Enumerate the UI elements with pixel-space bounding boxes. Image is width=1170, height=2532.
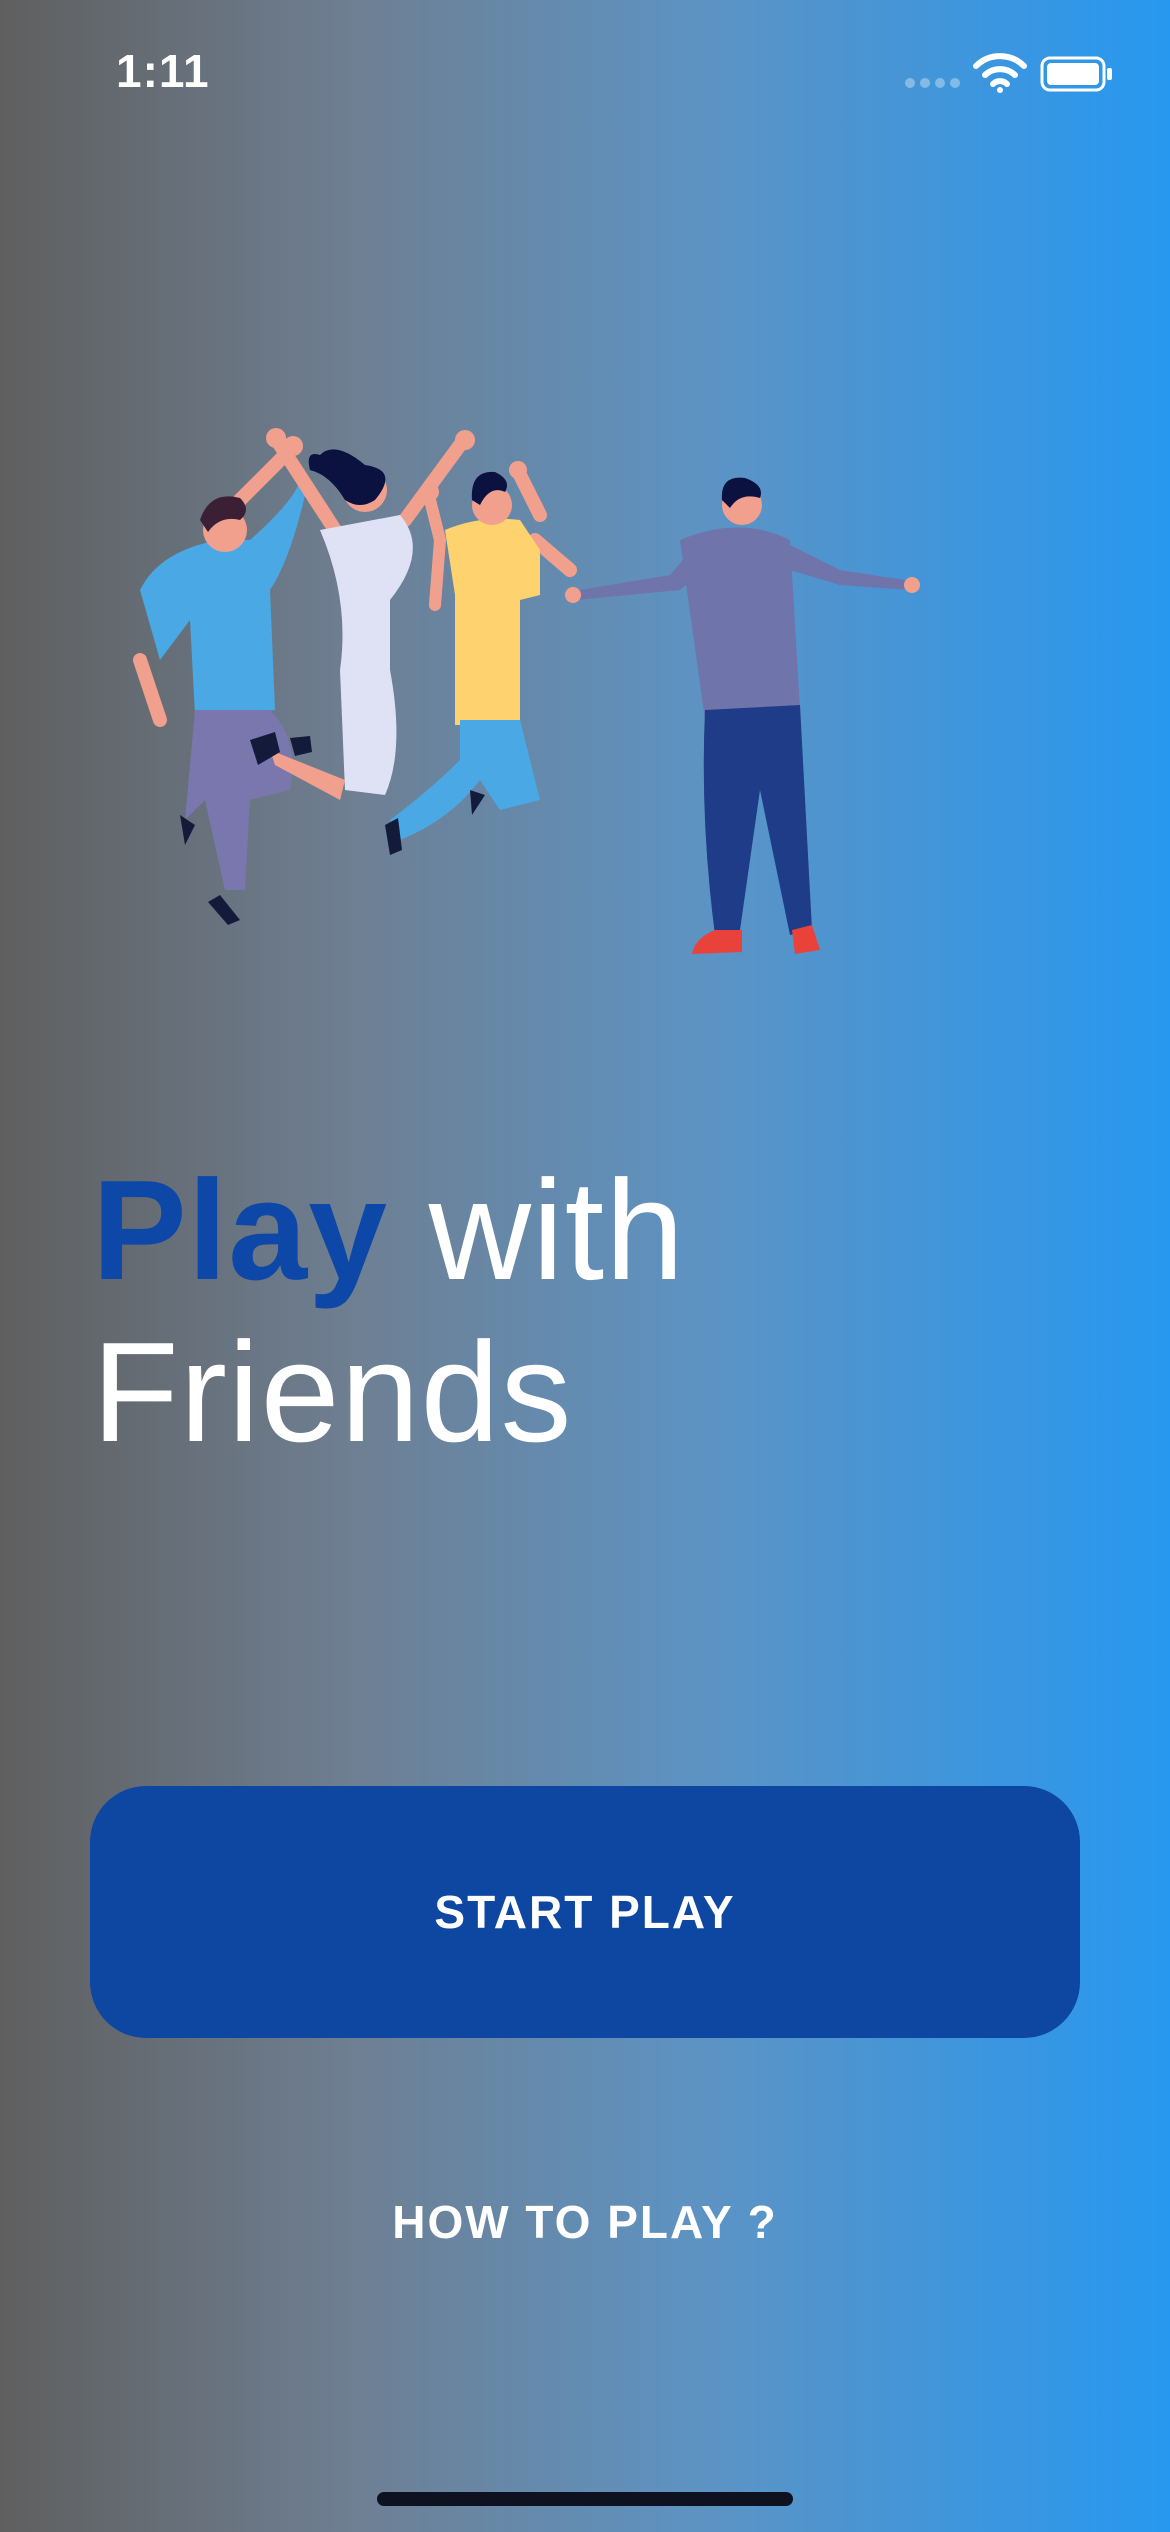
how-to-play-link[interactable]: HOW TO PLAY ? [0,2195,1170,2249]
headline: Play with Friends [92,1150,1092,1474]
headline-line-2: Friends [92,1313,573,1472]
person-purple-sweater [565,477,920,954]
headline-line-1: Play with [92,1150,1092,1312]
home-indicator [377,2492,793,2506]
person-blue-shirt [133,436,305,925]
headline-line1-rest: with [388,1151,686,1310]
wifi-icon [973,53,1027,93]
status-time: 1:11 [116,45,210,97]
signal-dots-icon [905,78,961,90]
headline-accent-word: Play [92,1151,389,1310]
status-bar: 1:11 [0,0,1170,150]
start-play-button[interactable]: START PLAY [90,1786,1080,2038]
friends-jumping-illustration [133,428,920,954]
battery-icon [1040,56,1112,92]
